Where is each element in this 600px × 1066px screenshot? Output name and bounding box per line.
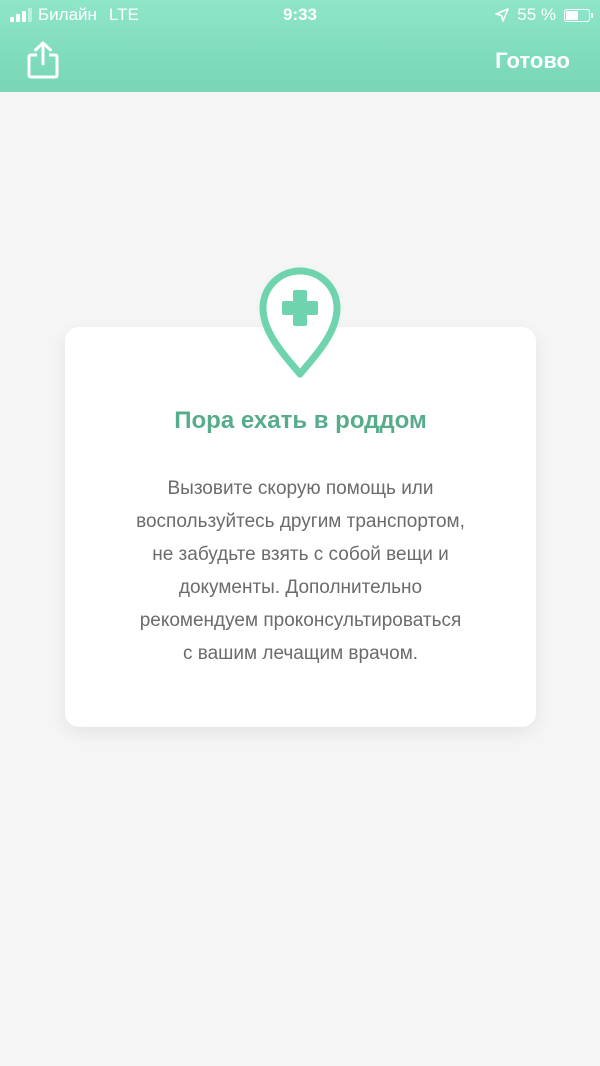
card-message-line: воспользуйтесь другим транспортом,	[136, 511, 465, 532]
alert-card: Пора ехать в роддом Вызовите скорую помо…	[65, 327, 536, 727]
battery-icon	[564, 8, 593, 22]
header-bar: Билайн LTE 9:33 55 % Готово	[0, 0, 600, 92]
location-arrow-icon	[495, 8, 510, 22]
card-message-line: с вашим лечащим врачом.	[182, 643, 419, 664]
card-message-line: не забудьте взять с собой вещи и	[152, 544, 449, 565]
battery-level-fill	[566, 10, 579, 20]
done-button[interactable]: Готово	[495, 48, 570, 74]
status-right: 55 %	[495, 5, 593, 25]
share-icon	[27, 41, 59, 79]
card-title: Пора ехать в роддом	[174, 407, 427, 434]
share-button[interactable]	[25, 40, 61, 80]
card-message-line: документы. Дополнительно	[178, 577, 423, 598]
battery-percent: 55 %	[517, 5, 556, 24]
card-message-line: рекомендуем проконсультироваться	[139, 610, 462, 631]
card-message: Вызовите скорую помощь или воспользуйтес…	[95, 472, 506, 670]
status-bar: Билайн LTE 9:33 55 %	[0, 0, 600, 32]
card-message-line: Вызовите скорую помощь или	[167, 478, 434, 499]
hospital-location-pin-icon	[251, 262, 349, 386]
